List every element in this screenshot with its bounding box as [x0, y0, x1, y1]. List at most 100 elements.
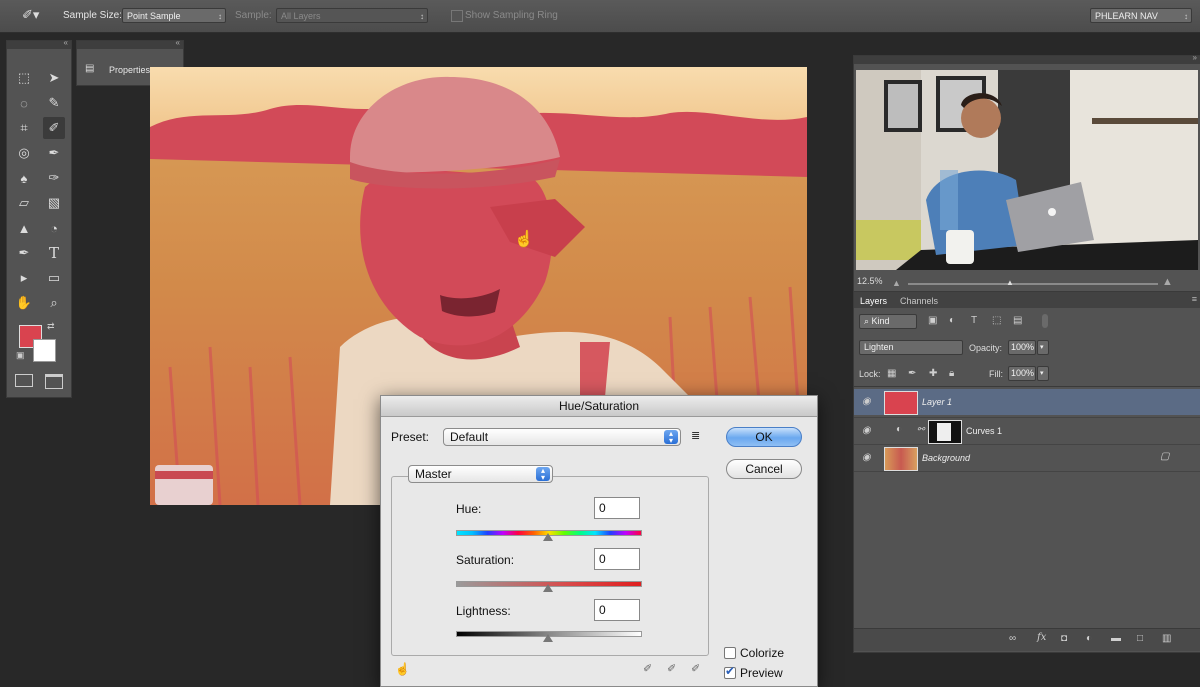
zoom-slider-thumb[interactable]: ▲ [1006, 278, 1014, 287]
sample-layers-select[interactable]: All Layers ↕ [276, 8, 428, 23]
marquee-tool-icon[interactable]: ⬚ [13, 67, 35, 89]
navigator-preview[interactable] [856, 70, 1198, 270]
filter-shape-icon[interactable]: ⬚ [992, 315, 1001, 326]
zoom-slider[interactable] [908, 283, 1158, 285]
new-adjustment-icon[interactable]: ◐ [1086, 633, 1092, 644]
add-mask-icon[interactable]: ◘ [1061, 633, 1067, 644]
ok-button[interactable]: OK [726, 427, 802, 447]
dodge-tool-icon[interactable]: ◔ [43, 217, 65, 239]
hue-input[interactable]: 0 [594, 497, 640, 519]
rectangle-tool-icon[interactable]: ▭ [43, 267, 65, 289]
opacity-input[interactable]: 100% [1008, 340, 1036, 355]
lasso-tool-icon[interactable]: ◌ [13, 92, 35, 114]
fx-icon[interactable]: fx [1037, 632, 1046, 643]
hand-tool-icon[interactable]: ✋ [13, 292, 35, 314]
eraser-tool-icon[interactable]: ▱ [13, 192, 35, 214]
cancel-button[interactable]: Cancel [726, 459, 802, 479]
layer-row-curves-1[interactable]: ◉ ◐ ⚯ Curves 1 [854, 417, 1200, 444]
blend-mode-select[interactable]: Lighten [859, 340, 963, 355]
link-layers-icon[interactable]: ∞ [1009, 633, 1016, 644]
layer-name[interactable]: Curves 1 [966, 426, 1002, 436]
sample-size-select[interactable]: Point Sample ↕ [122, 8, 226, 23]
filter-type-icon[interactable]: T [971, 315, 977, 326]
type-tool-icon[interactable]: T [43, 242, 65, 264]
lightness-slider-thumb[interactable] [543, 634, 553, 642]
default-colors-icon[interactable]: ▣ [16, 350, 25, 361]
preview-checkbox[interactable]: ✔ [724, 664, 736, 679]
preset-select[interactable]: Default ▴ ▾ [443, 428, 681, 446]
pen-tool-icon[interactable]: ✒ [13, 242, 35, 264]
history-brush-tool-icon[interactable]: ✑ [43, 167, 65, 189]
quick-mask-icon[interactable] [15, 374, 33, 387]
screen-mode-icon[interactable] [45, 374, 63, 389]
clone-stamp-tool-icon[interactable]: ♠ [13, 167, 35, 189]
mask-link-icon[interactable]: ⚯ [917, 424, 925, 435]
channel-select[interactable]: Master ▴ ▾ [408, 465, 553, 483]
filter-pixel-icon[interactable]: ▣ [928, 315, 937, 326]
new-group-icon[interactable]: ▬ [1111, 633, 1121, 644]
layer-name[interactable]: Layer 1 [922, 397, 952, 407]
eyedropper-tool-icon[interactable]: ✐ [43, 117, 65, 139]
opacity-dropdown[interactable]: ▾ [1037, 340, 1049, 355]
properties-icon[interactable]: ▤ [85, 63, 94, 74]
new-layer-icon[interactable]: □ [1137, 633, 1143, 644]
properties-panel-header[interactable]: « [77, 38, 183, 49]
workspace-select[interactable]: PHLEARN NAV ↕ [1090, 8, 1192, 23]
visibility-eye-icon[interactable]: ◉ [862, 396, 871, 407]
dialog-titlebar[interactable]: Hue/Saturation [381, 396, 817, 417]
move-tool-icon[interactable]: ➤ [43, 67, 65, 89]
lightness-input[interactable]: 0 [594, 599, 640, 621]
colorize-checkbox[interactable] [724, 647, 736, 659]
lock-transparent-icon[interactable]: ▦ [887, 368, 896, 379]
saturation-input[interactable]: 0 [594, 548, 640, 570]
quick-selection-tool-icon[interactable]: ✎ [43, 92, 65, 114]
lock-all-icon[interactable]: 🔒︎ [949, 368, 954, 379]
fill-input[interactable]: 100% [1008, 366, 1036, 381]
preset-options-icon[interactable]: ≣ [691, 429, 700, 442]
collapse-icon[interactable]: « [64, 38, 68, 47]
filter-smart-object-icon[interactable]: ▤ [1013, 315, 1022, 326]
trash-icon[interactable]: ▥ [1162, 633, 1171, 644]
show-sampling-ring-label: Show Sampling Ring [465, 10, 558, 21]
tab-channels[interactable]: Channels [900, 296, 938, 306]
zoom-out-icon[interactable]: ▲ [892, 278, 901, 288]
layer-filter-select[interactable]: ⌕ Kind [859, 314, 917, 329]
collapse-icon[interactable]: « [176, 38, 180, 47]
swap-colors-icon[interactable]: ⇄ [47, 321, 55, 332]
spot-healing-tool-icon[interactable]: ◎ [13, 142, 35, 164]
zoom-tool-icon[interactable]: ⌕ [43, 292, 65, 314]
hue-slider-thumb[interactable] [543, 533, 553, 541]
zoom-level-readout[interactable]: 12.5% [857, 276, 883, 286]
navigator-panel-header[interactable]: » [854, 53, 1200, 64]
tab-layers[interactable]: Layers [860, 296, 887, 306]
collapse-icon[interactable]: » [1193, 53, 1197, 62]
layer-name[interactable]: Background [922, 453, 970, 463]
eyedropper-tool-preset-icon[interactable]: ✐▾ [22, 7, 44, 25]
gradient-tool-icon[interactable]: ▧ [43, 192, 65, 214]
filter-adjustment-icon[interactable]: ◐ [949, 315, 955, 326]
visibility-eye-icon[interactable]: ◉ [862, 425, 871, 436]
lock-position-icon[interactable]: ✚ [929, 368, 937, 379]
visibility-eye-icon[interactable]: ◉ [862, 452, 871, 463]
targeted-adjustment-icon[interactable]: ☝ [395, 662, 410, 676]
show-sampling-ring-checkbox[interactable] [451, 10, 463, 22]
layer-row-background[interactable]: ◉ Background ▢ [854, 444, 1200, 472]
properties-panel-title[interactable]: Properties [109, 65, 150, 75]
eyedropper-minus-icon[interactable]: ✐ [691, 662, 700, 675]
layer-1-thumbnail [884, 391, 918, 415]
layer-row-layer-1[interactable]: ◉ Layer 1 [854, 389, 1200, 415]
brush-tool-icon[interactable]: ✒ [43, 142, 65, 164]
tools-panel-header[interactable]: « [7, 38, 71, 49]
blur-tool-icon[interactable]: ▲ [13, 217, 35, 239]
eyedropper-icon[interactable]: ✐ [643, 662, 652, 675]
background-color-swatch[interactable] [33, 339, 56, 362]
zoom-in-icon[interactable]: ▲ [1162, 276, 1173, 288]
fill-dropdown[interactable]: ▾ [1037, 366, 1049, 381]
crop-tool-icon[interactable]: ⌗ [13, 117, 35, 139]
filter-toggle-switch[interactable] [1042, 314, 1048, 328]
path-selection-tool-icon[interactable]: ▸ [13, 267, 35, 289]
panel-menu-icon[interactable]: ≡ [1192, 294, 1197, 304]
saturation-slider-thumb[interactable] [543, 584, 553, 592]
lock-image-icon[interactable]: ✒ [908, 368, 916, 379]
eyedropper-plus-icon[interactable]: ✐ [667, 662, 676, 675]
